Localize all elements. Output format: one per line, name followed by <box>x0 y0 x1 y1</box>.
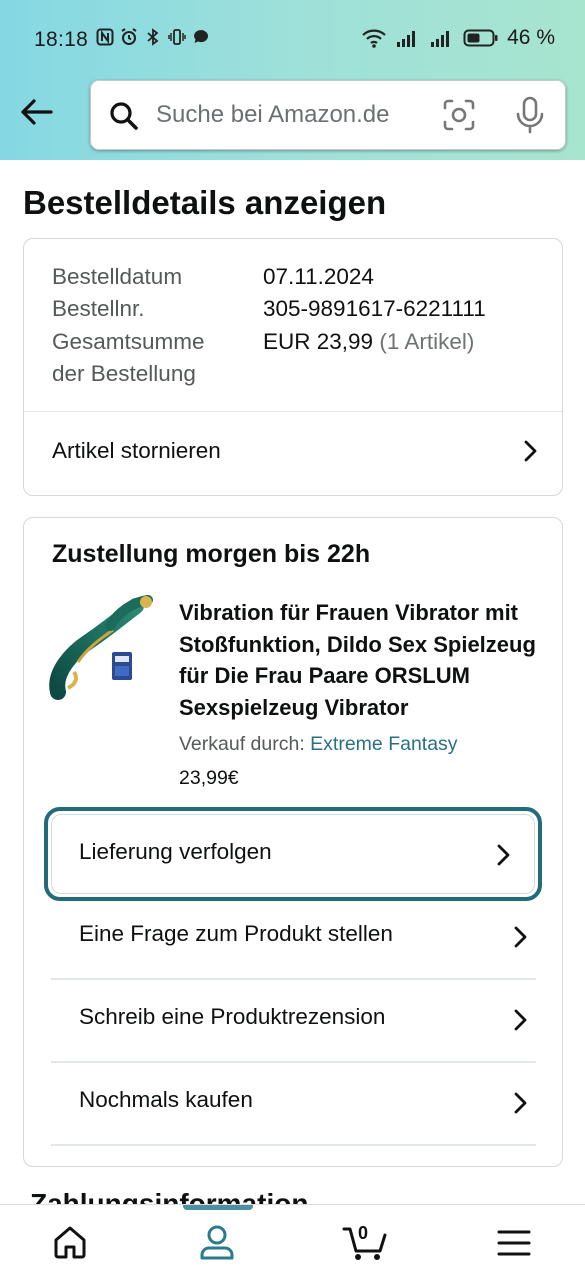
chevron-right-icon <box>524 440 537 462</box>
order-date-value: 07.11.2024 <box>263 264 374 289</box>
seller-link[interactable]: Extreme Fantasy <box>310 733 457 755</box>
buy-again-button[interactable]: Nochmals kaufen <box>51 1062 536 1144</box>
search-bar[interactable] <box>90 80 566 150</box>
product-price: 23,99€ <box>179 767 239 789</box>
ask-question-button[interactable]: Eine Frage zum Produkt stellen <box>51 896 536 978</box>
signal-icon-2 <box>431 31 450 47</box>
nav-menu[interactable] <box>497 1221 537 1263</box>
camera-icon[interactable] <box>442 98 476 132</box>
back-arrow-icon <box>21 99 53 125</box>
menu-icon <box>497 1230 531 1256</box>
seller-info: Verkauf durch: Extreme Fantasy <box>179 733 458 756</box>
nav-account[interactable] <box>198 1221 238 1263</box>
chevron-right-icon <box>514 926 527 948</box>
mic-icon[interactable] <box>514 96 546 134</box>
vibrate-icon <box>168 29 186 45</box>
bottom-navigation: 0 <box>0 1204 585 1280</box>
back-button[interactable] <box>16 92 56 132</box>
system-status: 46 % <box>361 26 555 50</box>
track-package-button[interactable]: Lieferung verfolgen <box>44 807 542 901</box>
write-review-label: Schreib eine Produktrezension <box>79 1004 386 1029</box>
status-bar: 18:18 46 % <box>0 0 585 80</box>
alarm-icon <box>121 28 137 45</box>
chevron-right-icon <box>514 1009 527 1031</box>
order-number-label: Bestellnr. <box>52 296 145 321</box>
sold-by-label: Verkauf durch: <box>179 733 305 755</box>
chevron-right-icon <box>497 844 510 866</box>
nav-cart[interactable]: 0 <box>342 1221 392 1263</box>
divider <box>51 1144 536 1146</box>
battery-percentage: 46 % <box>507 26 555 49</box>
order-total-value: EUR 23,99 (1 Artikel) <box>263 326 474 359</box>
delivery-card: Zustellung morgen bis 22h Vibration für … <box>23 517 563 1167</box>
track-package-label: Lieferung verfolgen <box>79 839 272 864</box>
battery-icon <box>463 29 498 47</box>
wifi-icon <box>362 29 386 48</box>
cancel-items-link[interactable]: Artikel stornieren <box>24 411 562 491</box>
status-time: 18:18 <box>34 28 89 51</box>
order-summary-card: Bestelldatum 07.11.2024 Bestellnr. 305-9… <box>23 238 563 496</box>
buy-again-label: Nochmals kaufen <box>79 1087 253 1112</box>
ask-question-label: Eine Frage zum Produkt stellen <box>79 921 393 946</box>
chevron-right-icon <box>514 1092 527 1114</box>
order-total-label-line2: der Bestellung <box>52 361 196 386</box>
signal-icon <box>397 31 416 47</box>
cart-count: 0 <box>358 1223 369 1243</box>
order-total-label: Gesamtsumme <box>52 329 205 354</box>
app-header: 18:18 46 % <box>0 0 585 160</box>
message-icon <box>194 30 208 43</box>
search-icon <box>110 102 138 130</box>
delivery-heading: Zustellung morgen bis 22h <box>52 540 371 568</box>
order-total-amount: EUR 23,99 <box>263 329 374 354</box>
product-title[interactable]: Vibration für Frauen Vibrator mit Stoßfu… <box>179 597 544 723</box>
nav-home[interactable] <box>52 1221 92 1263</box>
account-icon <box>200 1225 234 1260</box>
page-title: Bestelldetails anzeigen <box>23 184 387 221</box>
nfc-icon <box>96 28 114 46</box>
write-review-button[interactable]: Schreib eine Produktrezension <box>51 979 536 1061</box>
order-number-value: 305-9891617-6221111 <box>263 296 486 321</box>
cancel-items-label: Artikel stornieren <box>52 438 221 463</box>
bluetooth-icon <box>147 28 159 46</box>
home-icon <box>54 1226 86 1259</box>
notification-icons <box>96 28 210 46</box>
order-item-count: (1 Artikel) <box>379 329 475 354</box>
order-date-label: Bestelldatum <box>52 264 183 289</box>
active-tab-indicator <box>183 1205 253 1210</box>
product-image[interactable] <box>48 592 160 704</box>
search-input[interactable] <box>156 98 416 132</box>
